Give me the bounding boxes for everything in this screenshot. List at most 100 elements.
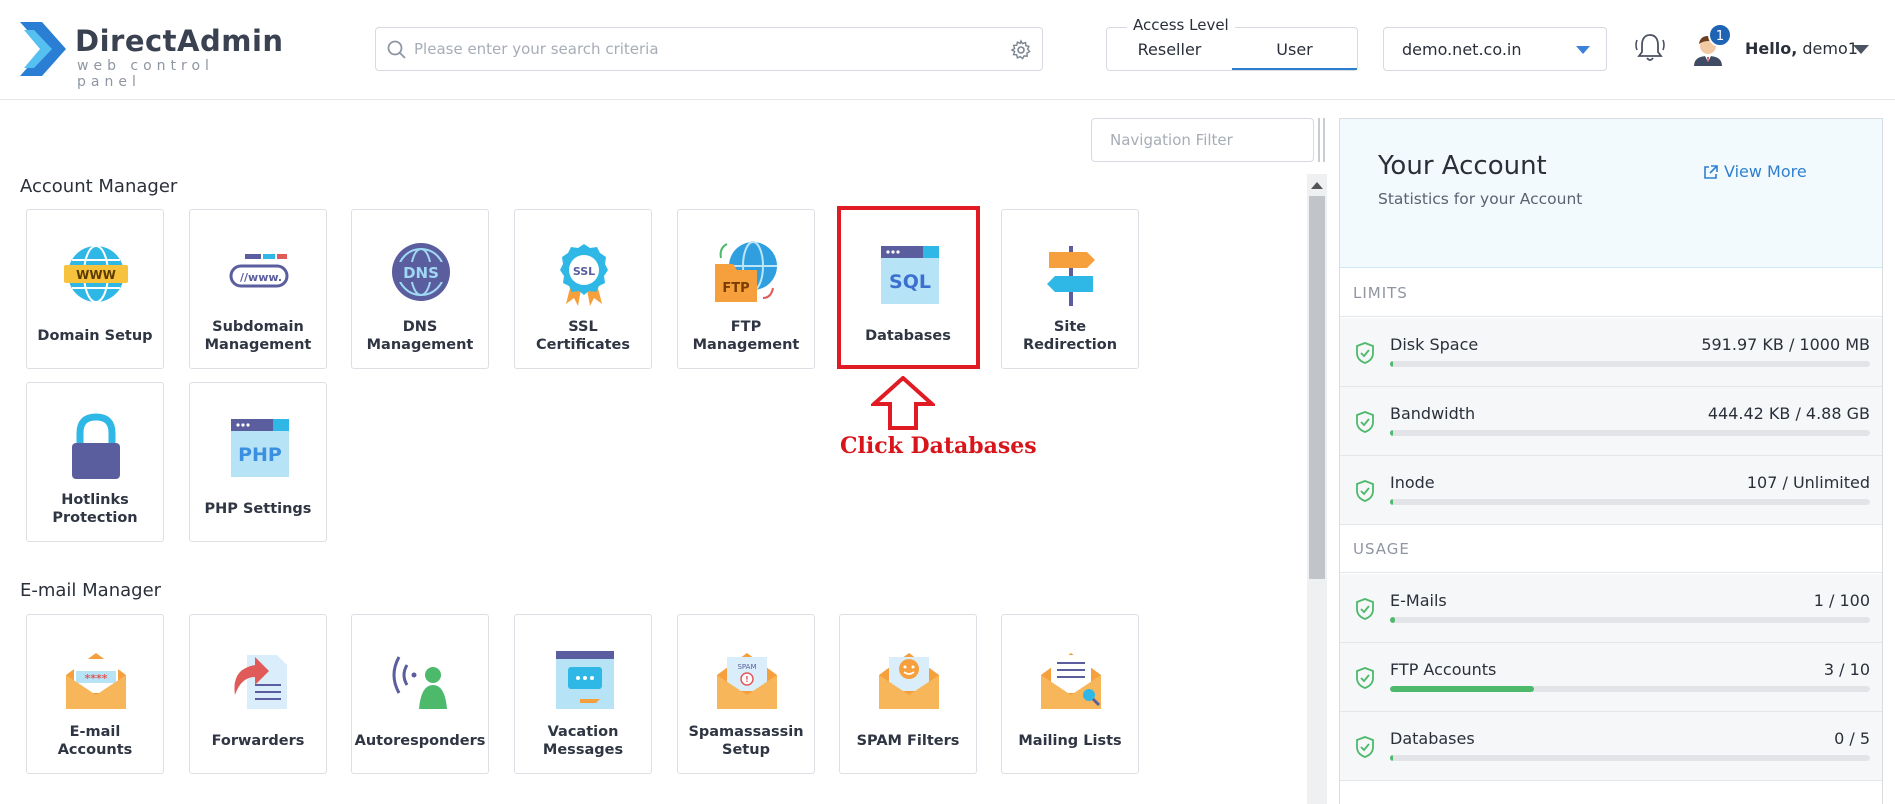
view-more-link[interactable]: View More [1704, 162, 1807, 181]
access-level-switch: Access Level Reseller User [1106, 16, 1358, 71]
tile-label: PHP Settings [204, 501, 312, 517]
tile-label: Spamassassin Setup [688, 724, 804, 758]
svg-text:SSL: SSL [573, 265, 595, 278]
stat-name: Databases [1390, 729, 1475, 748]
stat-progress-fill [1390, 361, 1393, 367]
mailing-list-icon [1041, 653, 1101, 709]
vacation-message-icon [556, 651, 614, 709]
stat-value: 0 / 5 [1834, 729, 1870, 748]
stat-progress-fill [1390, 499, 1393, 505]
email-password-icon: **** [66, 653, 126, 709]
tile-spam-filters[interactable]: SPAM Filters [839, 614, 977, 774]
subdomain-icon: //www. [229, 254, 289, 288]
ftp-folder-icon: FTP [715, 241, 777, 302]
stat-value: 591.97 KB / 1000 MB [1701, 335, 1870, 354]
www-globe-icon: WWW [64, 245, 128, 303]
content-scrollbar[interactable] [1307, 174, 1327, 804]
access-level-reseller[interactable]: Reseller [1107, 28, 1232, 70]
tile-email-accounts[interactable]: **** E-mail Accounts [26, 614, 164, 774]
access-level-user[interactable]: User [1232, 28, 1357, 70]
stat-row-e-mails: E-Mails 1 / 100 [1340, 574, 1882, 643]
tile-label: Forwarders [211, 733, 305, 749]
limits-header: LIMITS [1340, 269, 1882, 317]
stat-progress-fill [1390, 617, 1395, 623]
external-link-icon [1704, 165, 1718, 179]
tile-domain-setup[interactable]: WWW Domain Setup [26, 209, 164, 369]
tile-label: E-mail Accounts [57, 724, 133, 758]
stat-progress-fill [1390, 430, 1393, 436]
search-input[interactable] [414, 34, 994, 64]
spam-envelope-icon: SPAM ! [717, 653, 777, 709]
your-account-panel: Your Account Statistics for your Account… [1339, 118, 1883, 804]
tile-spamassassin-setup[interactable]: SPAM ! Spamassassin Setup [677, 614, 815, 774]
svg-text:DNS: DNS [403, 264, 439, 282]
directadmin-logo[interactable]: DirectAdmin web control panel [20, 22, 283, 90]
search-settings-gear-icon[interactable] [1010, 39, 1032, 61]
tile-subdomain-management[interactable]: //www. Subdomain Management [189, 209, 327, 369]
stat-row-inode: Inode 107 / Unlimited [1340, 456, 1882, 525]
usage-header: USAGE [1340, 525, 1882, 573]
svg-text:SPAM: SPAM [737, 663, 756, 671]
scrollbar-thumb[interactable] [1309, 196, 1325, 579]
tile-php-settings[interactable]: PHP PHP Settings [189, 382, 327, 542]
tile-site-redirection[interactable]: Site Redirection [1001, 209, 1139, 369]
sql-database-icon: SQL [881, 246, 939, 304]
stat-progress-fill [1390, 686, 1534, 692]
tile-label: Autoresponders [354, 733, 486, 749]
account-title: Your Account [1378, 151, 1547, 181]
spam-filter-icon [879, 653, 939, 709]
stat-name: Inode [1390, 473, 1435, 492]
usage-title: USAGE [1353, 540, 1410, 558]
tile-databases[interactable]: SQL Databases [839, 209, 977, 369]
padlock-icon [72, 413, 120, 479]
stat-progress-bar [1390, 361, 1870, 367]
tile-label: SPAM Filters [856, 733, 960, 749]
shield-check-icon [1356, 411, 1374, 433]
svg-text:SQL: SQL [889, 271, 931, 293]
shield-check-icon [1356, 736, 1374, 758]
navigation-filter-input[interactable] [1110, 127, 1300, 153]
svg-text:PHP: PHP [238, 444, 282, 466]
logo-tagline: web control panel [77, 58, 214, 90]
tile-dns-management[interactable]: DNS DNS Management [351, 209, 489, 369]
shield-check-icon [1356, 598, 1374, 620]
tile-label: Site Redirection [1022, 319, 1118, 353]
shield-check-icon [1356, 342, 1374, 364]
stat-name: Bandwidth [1390, 404, 1476, 423]
annotation-text: Click Databases [840, 433, 1037, 459]
stat-row-ftp-accounts: FTP Accounts 3 / 10 [1340, 643, 1882, 712]
stat-progress-bar [1390, 499, 1870, 505]
tile-ftp-management[interactable]: FTP FTP Management [677, 209, 815, 369]
tile-forwarders[interactable]: Forwarders [189, 614, 327, 774]
php-window-icon: PHP [231, 419, 289, 477]
tile-label: Domain Setup [37, 328, 153, 344]
tile-vacation-messages[interactable]: Vacation Messages [514, 614, 652, 774]
bell-icon[interactable] [1632, 30, 1668, 66]
user-menu[interactable]: Hello, demo1 [1745, 39, 1858, 58]
navigation-filter [1091, 118, 1314, 162]
signpost-icon [1047, 246, 1095, 306]
stat-value: 3 / 10 [1823, 660, 1870, 679]
search-icon [387, 40, 406, 59]
shield-check-icon [1356, 667, 1374, 689]
top-bar: DirectAdmin web control panel Access Lev… [0, 0, 1895, 100]
tile-ssl-certificates[interactable]: SSL SSL Certificates [514, 209, 652, 369]
svg-text:****: **** [84, 672, 107, 685]
stat-progress-bar [1390, 686, 1870, 692]
stat-progress-bar [1390, 617, 1870, 623]
logo-name: DirectAdmin [75, 24, 284, 58]
caret-down-icon [1576, 46, 1590, 54]
limits-title: LIMITS [1353, 284, 1408, 302]
svg-text:WWW: WWW [76, 268, 116, 282]
tile-mailing-lists[interactable]: Mailing Lists [1001, 614, 1139, 774]
panel-resize-handle[interactable] [1318, 118, 1328, 162]
tile-label: Databases [865, 328, 951, 344]
stat-name: Disk Space [1390, 335, 1479, 354]
user-menu-caret-icon[interactable] [1853, 45, 1869, 54]
tile-hotlinks-protection[interactable]: Hotlinks Protection [26, 382, 164, 542]
domain-select-value: demo.net.co.in [1402, 40, 1522, 59]
stat-row-disk-space: Disk Space 591.97 KB / 1000 MB [1340, 318, 1882, 387]
tile-autoresponders[interactable]: Autoresponders [351, 614, 489, 774]
domain-select[interactable]: demo.net.co.in [1383, 27, 1607, 71]
scroll-up-arrow-icon[interactable] [1311, 182, 1323, 189]
